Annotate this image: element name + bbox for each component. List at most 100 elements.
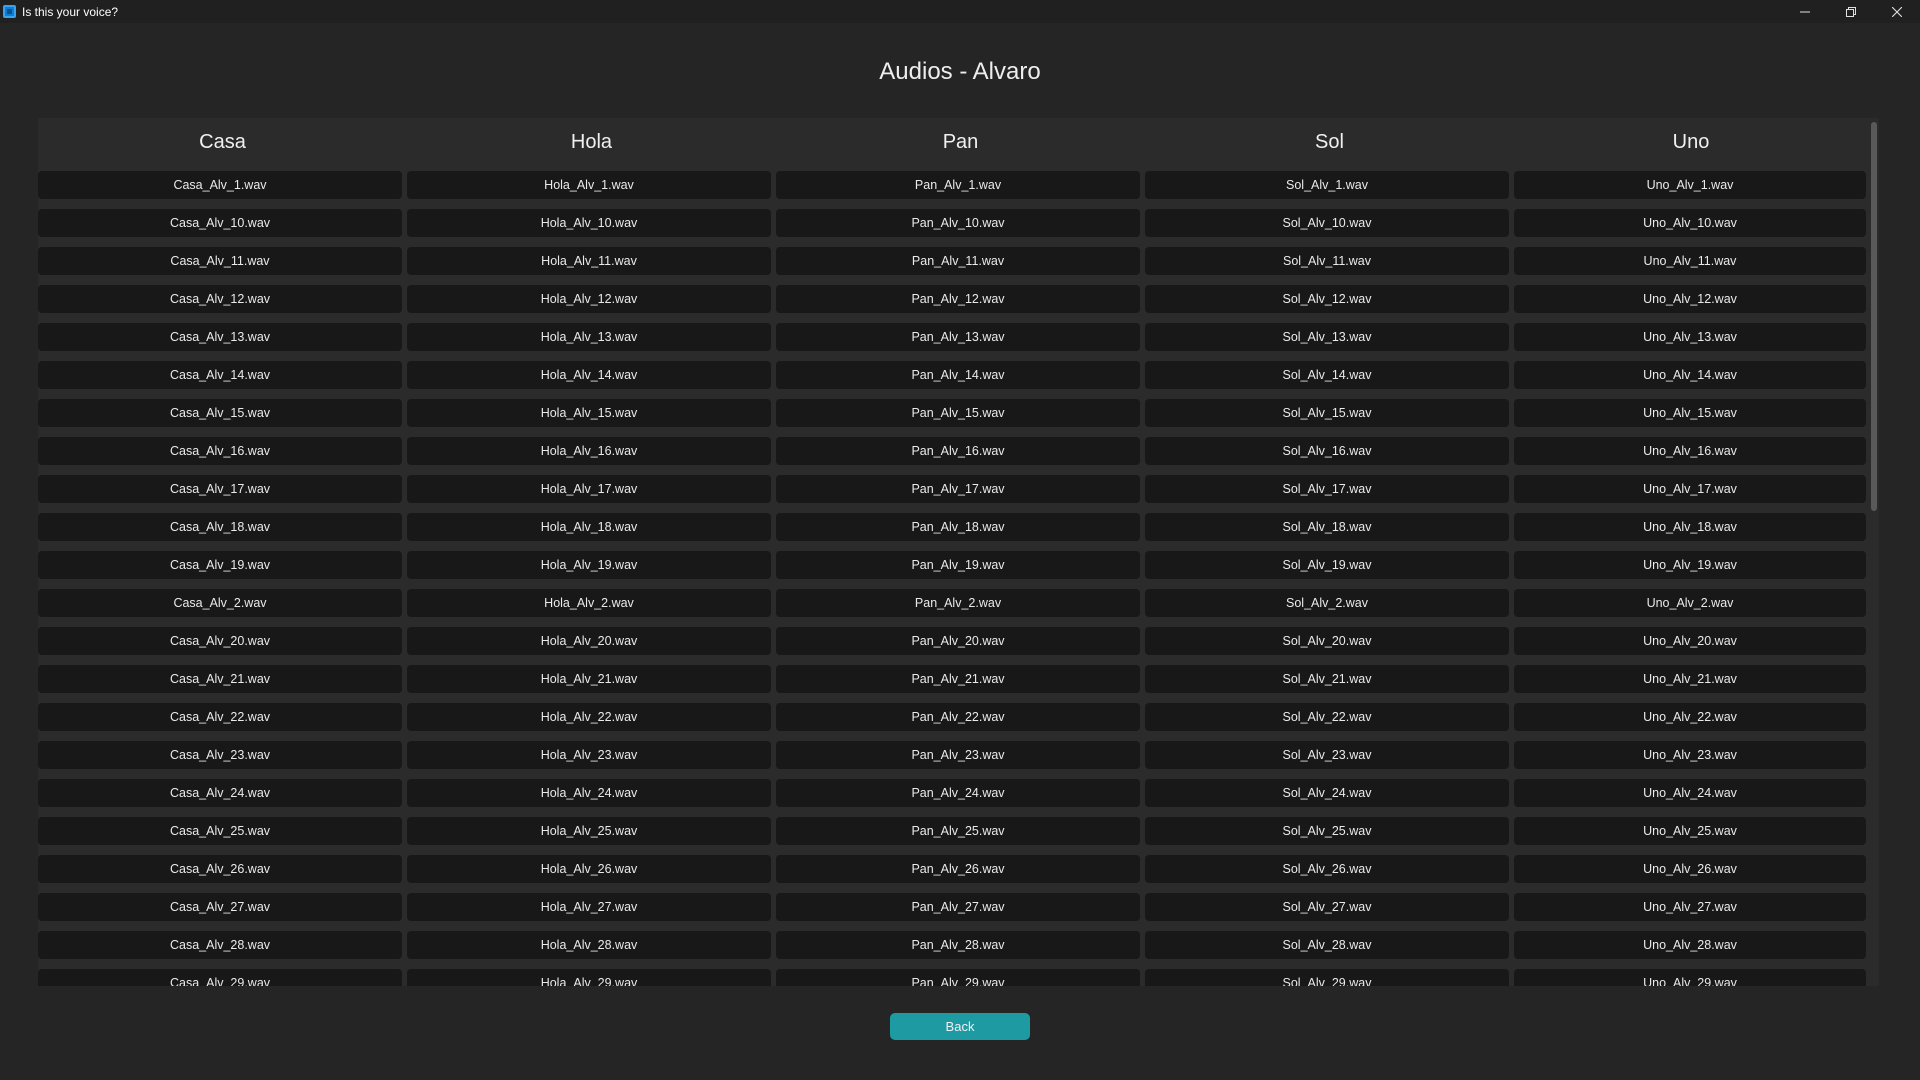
audio-file-button[interactable]: Uno_Alv_16.wav (1514, 437, 1866, 465)
audio-file-button[interactable]: Casa_Alv_13.wav (38, 323, 402, 351)
audio-file-button[interactable]: Pan_Alv_11.wav (776, 247, 1140, 275)
audio-file-button[interactable]: Pan_Alv_15.wav (776, 399, 1140, 427)
audio-file-button[interactable]: Uno_Alv_20.wav (1514, 627, 1866, 655)
audio-file-button[interactable]: Uno_Alv_25.wav (1514, 817, 1866, 845)
audio-file-button[interactable]: Pan_Alv_24.wav (776, 779, 1140, 807)
audio-file-button[interactable]: Pan_Alv_1.wav (776, 171, 1140, 199)
audio-file-button[interactable]: Pan_Alv_13.wav (776, 323, 1140, 351)
audio-file-button[interactable]: Pan_Alv_29.wav (776, 969, 1140, 986)
audio-file-button[interactable]: Casa_Alv_17.wav (38, 475, 402, 503)
audio-file-button[interactable]: Sol_Alv_19.wav (1145, 551, 1509, 579)
audio-file-button[interactable]: Hola_Alv_11.wav (407, 247, 771, 275)
audio-file-button[interactable]: Hola_Alv_2.wav (407, 589, 771, 617)
audio-file-button[interactable]: Casa_Alv_12.wav (38, 285, 402, 313)
audio-file-button[interactable]: Casa_Alv_28.wav (38, 931, 402, 959)
audio-file-button[interactable]: Pan_Alv_12.wav (776, 285, 1140, 313)
audio-file-button[interactable]: Uno_Alv_14.wav (1514, 361, 1866, 389)
audio-file-button[interactable]: Sol_Alv_25.wav (1145, 817, 1509, 845)
audio-file-button[interactable]: Pan_Alv_2.wav (776, 589, 1140, 617)
audio-file-button[interactable]: Sol_Alv_18.wav (1145, 513, 1509, 541)
audio-file-button[interactable]: Pan_Alv_22.wav (776, 703, 1140, 731)
audio-file-button[interactable]: Pan_Alv_28.wav (776, 931, 1140, 959)
audio-file-button[interactable]: Pan_Alv_17.wav (776, 475, 1140, 503)
audio-file-button[interactable]: Pan_Alv_26.wav (776, 855, 1140, 883)
audio-file-button[interactable]: Hola_Alv_21.wav (407, 665, 771, 693)
audio-file-button[interactable]: Hola_Alv_19.wav (407, 551, 771, 579)
audio-file-button[interactable]: Pan_Alv_16.wav (776, 437, 1140, 465)
audio-file-button[interactable]: Casa_Alv_10.wav (38, 209, 402, 237)
audio-file-button[interactable]: Uno_Alv_1.wav (1514, 171, 1866, 199)
audio-file-button[interactable]: Casa_Alv_25.wav (38, 817, 402, 845)
audio-file-button[interactable]: Sol_Alv_27.wav (1145, 893, 1509, 921)
audio-file-button[interactable]: Pan_Alv_10.wav (776, 209, 1140, 237)
audio-file-button[interactable]: Hola_Alv_26.wav (407, 855, 771, 883)
audio-file-button[interactable]: Uno_Alv_13.wav (1514, 323, 1866, 351)
audio-file-button[interactable]: Pan_Alv_20.wav (776, 627, 1140, 655)
audio-file-button[interactable]: Sol_Alv_11.wav (1145, 247, 1509, 275)
vertical-scrollbar[interactable] (1868, 122, 1879, 986)
back-button[interactable]: Back (890, 1013, 1030, 1040)
audio-file-button[interactable]: Pan_Alv_27.wav (776, 893, 1140, 921)
audio-file-button[interactable]: Casa_Alv_16.wav (38, 437, 402, 465)
audio-file-button[interactable]: Uno_Alv_24.wav (1514, 779, 1866, 807)
audio-file-button[interactable]: Casa_Alv_29.wav (38, 969, 402, 986)
audio-file-button[interactable]: Pan_Alv_18.wav (776, 513, 1140, 541)
audio-file-button[interactable]: Pan_Alv_21.wav (776, 665, 1140, 693)
audio-file-button[interactable]: Uno_Alv_10.wav (1514, 209, 1866, 237)
audio-file-button[interactable]: Uno_Alv_29.wav (1514, 969, 1866, 986)
audio-file-button[interactable]: Pan_Alv_23.wav (776, 741, 1140, 769)
audio-file-button[interactable]: Hola_Alv_29.wav (407, 969, 771, 986)
audio-file-button[interactable]: Casa_Alv_19.wav (38, 551, 402, 579)
audio-file-button[interactable]: Hola_Alv_13.wav (407, 323, 771, 351)
audio-file-button[interactable]: Hola_Alv_25.wav (407, 817, 771, 845)
audio-file-button[interactable]: Uno_Alv_12.wav (1514, 285, 1866, 313)
audio-file-button[interactable]: Uno_Alv_19.wav (1514, 551, 1866, 579)
close-button[interactable] (1874, 0, 1920, 23)
audio-file-button[interactable]: Sol_Alv_26.wav (1145, 855, 1509, 883)
audio-file-button[interactable]: Sol_Alv_23.wav (1145, 741, 1509, 769)
audio-file-button[interactable]: Uno_Alv_26.wav (1514, 855, 1866, 883)
scrollbar-thumb[interactable] (1871, 122, 1877, 511)
audio-file-button[interactable]: Pan_Alv_14.wav (776, 361, 1140, 389)
audio-file-button[interactable]: Casa_Alv_26.wav (38, 855, 402, 883)
audio-file-button[interactable]: Uno_Alv_23.wav (1514, 741, 1866, 769)
audio-file-button[interactable]: Sol_Alv_16.wav (1145, 437, 1509, 465)
audio-file-button[interactable]: Casa_Alv_23.wav (38, 741, 402, 769)
audio-file-button[interactable]: Sol_Alv_13.wav (1145, 323, 1509, 351)
audio-file-button[interactable]: Sol_Alv_1.wav (1145, 171, 1509, 199)
audio-file-button[interactable]: Pan_Alv_25.wav (776, 817, 1140, 845)
audio-file-button[interactable]: Sol_Alv_22.wav (1145, 703, 1509, 731)
audio-file-button[interactable]: Hola_Alv_1.wav (407, 171, 771, 199)
audio-file-button[interactable]: Hola_Alv_17.wav (407, 475, 771, 503)
audio-file-button[interactable]: Uno_Alv_11.wav (1514, 247, 1866, 275)
audio-file-button[interactable]: Hola_Alv_23.wav (407, 741, 771, 769)
audio-file-button[interactable]: Sol_Alv_24.wav (1145, 779, 1509, 807)
audio-file-button[interactable]: Hola_Alv_27.wav (407, 893, 771, 921)
audio-file-button[interactable]: Hola_Alv_15.wav (407, 399, 771, 427)
audio-file-button[interactable]: Hola_Alv_24.wav (407, 779, 771, 807)
audio-file-button[interactable]: Casa_Alv_15.wav (38, 399, 402, 427)
audio-file-button[interactable]: Hola_Alv_14.wav (407, 361, 771, 389)
audio-table-panel[interactable]: Casa Hola Pan Sol Uno Casa_Alv_1.wav Hola_Alv… (38, 118, 1879, 986)
audio-file-button[interactable]: Casa_Alv_20.wav (38, 627, 402, 655)
audio-file-button[interactable]: Casa_Alv_2.wav (38, 589, 402, 617)
audio-file-button[interactable]: Sol_Alv_21.wav (1145, 665, 1509, 693)
audio-file-button[interactable]: Sol_Alv_28.wav (1145, 931, 1509, 959)
audio-file-button[interactable]: Uno_Alv_28.wav (1514, 931, 1866, 959)
audio-file-button[interactable]: Hola_Alv_20.wav (407, 627, 771, 655)
audio-file-button[interactable]: Casa_Alv_24.wav (38, 779, 402, 807)
minimize-button[interactable] (1782, 0, 1828, 23)
audio-file-button[interactable]: Casa_Alv_21.wav (38, 665, 402, 693)
audio-file-button[interactable]: Hola_Alv_12.wav (407, 285, 771, 313)
audio-file-button[interactable]: Uno_Alv_2.wav (1514, 589, 1866, 617)
audio-file-button[interactable]: Uno_Alv_17.wav (1514, 475, 1866, 503)
restore-button[interactable] (1828, 0, 1874, 23)
audio-file-button[interactable]: Sol_Alv_17.wav (1145, 475, 1509, 503)
audio-file-button[interactable]: Hola_Alv_10.wav (407, 209, 771, 237)
audio-file-button[interactable]: Uno_Alv_18.wav (1514, 513, 1866, 541)
audio-file-button[interactable]: Casa_Alv_1.wav (38, 171, 402, 199)
audio-file-button[interactable]: Casa_Alv_27.wav (38, 893, 402, 921)
audio-file-button[interactable]: Uno_Alv_15.wav (1514, 399, 1866, 427)
audio-file-button[interactable]: Hola_Alv_18.wav (407, 513, 771, 541)
audio-file-button[interactable]: Sol_Alv_14.wav (1145, 361, 1509, 389)
